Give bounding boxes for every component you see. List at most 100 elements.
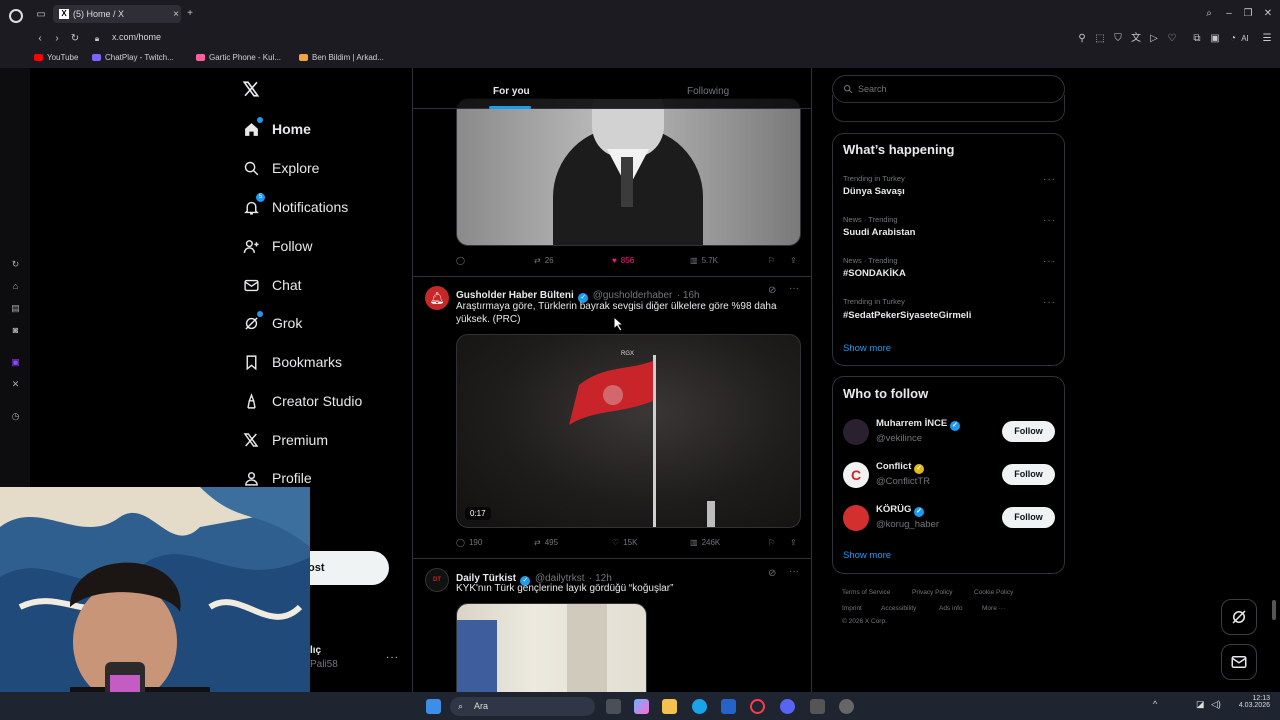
- store-icon[interactable]: [721, 699, 736, 714]
- copilot-icon[interactable]: [634, 699, 649, 714]
- messages-fab[interactable]: [1221, 644, 1257, 680]
- ai-icon[interactable]: AI: [1237, 33, 1253, 45]
- minimize-icon[interactable]: –: [1222, 8, 1236, 20]
- nav-grok[interactable]: Grok: [242, 311, 302, 335]
- heart-icon[interactable]: ♡: [1165, 33, 1179, 45]
- messenger-icon[interactable]: ◙: [9, 324, 22, 337]
- share-icon[interactable]: ⇪: [790, 538, 797, 547]
- nav-premium[interactable]: Premium: [242, 428, 328, 452]
- grok-tweet-icon[interactable]: ⊘: [768, 285, 776, 296]
- x-logo-icon[interactable]: [242, 80, 262, 100]
- discord-icon[interactable]: [780, 699, 795, 714]
- close-window-icon[interactable]: ✕: [1261, 8, 1275, 20]
- footer-link[interactable]: Privacy Policy: [912, 589, 952, 596]
- edge-icon[interactable]: [692, 699, 707, 714]
- nav-bookmarks[interactable]: Bookmarks: [242, 350, 342, 374]
- menu-icon[interactable]: ☰: [1260, 33, 1274, 45]
- footer-link[interactable]: More ···: [982, 605, 1005, 612]
- tab-for-you[interactable]: For you: [493, 86, 530, 97]
- reload-icon[interactable]: ↻: [68, 33, 82, 45]
- show-more-link[interactable]: Show more: [843, 550, 891, 561]
- avatar[interactable]: 🔔︎: [425, 286, 449, 310]
- grok-tweet-icon[interactable]: ⊘: [768, 568, 776, 579]
- tab-following[interactable]: Following: [687, 86, 729, 97]
- aria-icon[interactable]: ⌂: [9, 280, 22, 293]
- follow-button[interactable]: Follow: [1002, 507, 1055, 528]
- bookmark-gartic[interactable]: Gartic Phone - Kul...: [196, 53, 281, 62]
- footer-link[interactable]: Accessibility: [881, 605, 916, 612]
- bookmark-youtube[interactable]: YouTube: [34, 53, 78, 62]
- player-sidebar-icon[interactable]: ▤: [9, 302, 22, 315]
- suggestion-name[interactable]: Muharrem İNCE ✓: [876, 418, 960, 431]
- trend-item[interactable]: Dünya Savaşı: [843, 186, 905, 197]
- bookmark-tweet-icon[interactable]: ⚐: [768, 538, 775, 547]
- tweet-more-icon[interactable]: ···: [789, 283, 799, 294]
- history-icon[interactable]: ↻: [9, 258, 22, 271]
- forward-icon[interactable]: ›: [50, 33, 64, 45]
- share-icon[interactable]: ⇪: [790, 256, 797, 265]
- avatar[interactable]: [843, 419, 869, 445]
- tray-chevron-icon[interactable]: ^: [1153, 699, 1157, 709]
- avatar[interactable]: C: [843, 462, 869, 488]
- url-field[interactable]: x.com/home: [112, 32, 161, 42]
- tweet-more-icon[interactable]: ···: [789, 566, 799, 577]
- footer-link[interactable]: Ads info: [939, 605, 963, 612]
- footer-link[interactable]: Terms of Service: [842, 589, 890, 596]
- shield-icon[interactable]: ⛉: [1111, 33, 1125, 45]
- wallet-icon[interactable]: ▣: [1208, 33, 1222, 45]
- like-button[interactable]: ♡ 15K: [612, 538, 637, 547]
- tweet-video[interactable]: RGX 0:17: [456, 334, 801, 528]
- bookmark-tweet-icon[interactable]: ⚐: [768, 256, 775, 265]
- nav-home[interactable]: Home: [242, 117, 311, 141]
- avatar[interactable]: [843, 505, 869, 531]
- new-tab-icon[interactable]: +: [183, 8, 197, 20]
- maximize-icon[interactable]: ❐: [1241, 8, 1255, 20]
- account-more-icon[interactable]: ···: [386, 652, 399, 663]
- scrollbar[interactable]: [1272, 600, 1276, 620]
- twitch-icon[interactable]: ▣: [9, 356, 22, 369]
- windows-start-icon[interactable]: [426, 699, 441, 714]
- views-button[interactable]: ▥ 246K: [690, 538, 720, 547]
- opera-taskbar-icon[interactable]: [750, 699, 765, 714]
- bookmark-benbildim[interactable]: Ben Bildim | Arkad...: [299, 53, 384, 62]
- more-icon[interactable]: ···: [1043, 215, 1056, 226]
- pin-icon[interactable]: ⚲: [1075, 33, 1089, 45]
- footer-link[interactable]: Imprint: [842, 605, 862, 612]
- footer-link[interactable]: Cookie Policy: [974, 589, 1013, 596]
- trend-item[interactable]: Suudi Arabistan: [843, 227, 916, 238]
- more-icon[interactable]: ···: [1043, 256, 1056, 267]
- app-icon[interactable]: [810, 699, 825, 714]
- snapshot-icon[interactable]: ⬚: [1093, 33, 1107, 45]
- follow-button[interactable]: Follow: [1002, 421, 1055, 442]
- more-icon[interactable]: ···: [1043, 297, 1056, 308]
- app-icon[interactable]: [839, 699, 854, 714]
- suggestion-name[interactable]: KÖRÜG ✓: [876, 504, 925, 517]
- bookmark-chatplay[interactable]: ChatPlay - Twitch...: [92, 53, 174, 62]
- nav-chat[interactable]: Chat: [242, 273, 302, 297]
- x-sidebar-icon[interactable]: ✕: [9, 378, 22, 391]
- trend-item[interactable]: #SONDAKİKA: [843, 268, 906, 279]
- translate-icon[interactable]: 文: [1129, 33, 1143, 45]
- retweet-button[interactable]: ⇄ 495: [534, 538, 558, 547]
- reply-button[interactable]: ◯ 190: [456, 538, 482, 547]
- search-tabs-icon[interactable]: ⌕: [1202, 8, 1216, 20]
- tweet-photo[interactable]: [456, 98, 801, 246]
- back-icon[interactable]: ‹: [33, 33, 47, 45]
- nav-creator-studio[interactable]: Creator Studio: [242, 389, 362, 413]
- file-explorer-icon[interactable]: [662, 699, 677, 714]
- opera-logo-icon[interactable]: [9, 9, 23, 23]
- more-icon[interactable]: ···: [1043, 174, 1056, 185]
- nav-explore[interactable]: Explore: [242, 156, 319, 180]
- like-button[interactable]: ♥ 856: [612, 256, 634, 265]
- avatar[interactable]: DT: [425, 568, 449, 592]
- workspaces-icon[interactable]: ▭: [34, 9, 48, 21]
- taskbar-search[interactable]: ⌕ Ara: [450, 697, 595, 716]
- suggestion-name[interactable]: Conflict ✓: [876, 461, 924, 474]
- views-button[interactable]: ▥ 5.7K: [690, 256, 718, 265]
- show-more-link[interactable]: Show more: [843, 343, 891, 354]
- browser-tab[interactable]: X (5) Home / X: [53, 5, 181, 23]
- player-icon[interactable]: ▷: [1147, 33, 1161, 45]
- nav-notifications[interactable]: 5 Notifications: [242, 193, 348, 219]
- grok-fab[interactable]: [1221, 599, 1257, 635]
- volume-icon[interactable]: ◁): [1211, 699, 1221, 710]
